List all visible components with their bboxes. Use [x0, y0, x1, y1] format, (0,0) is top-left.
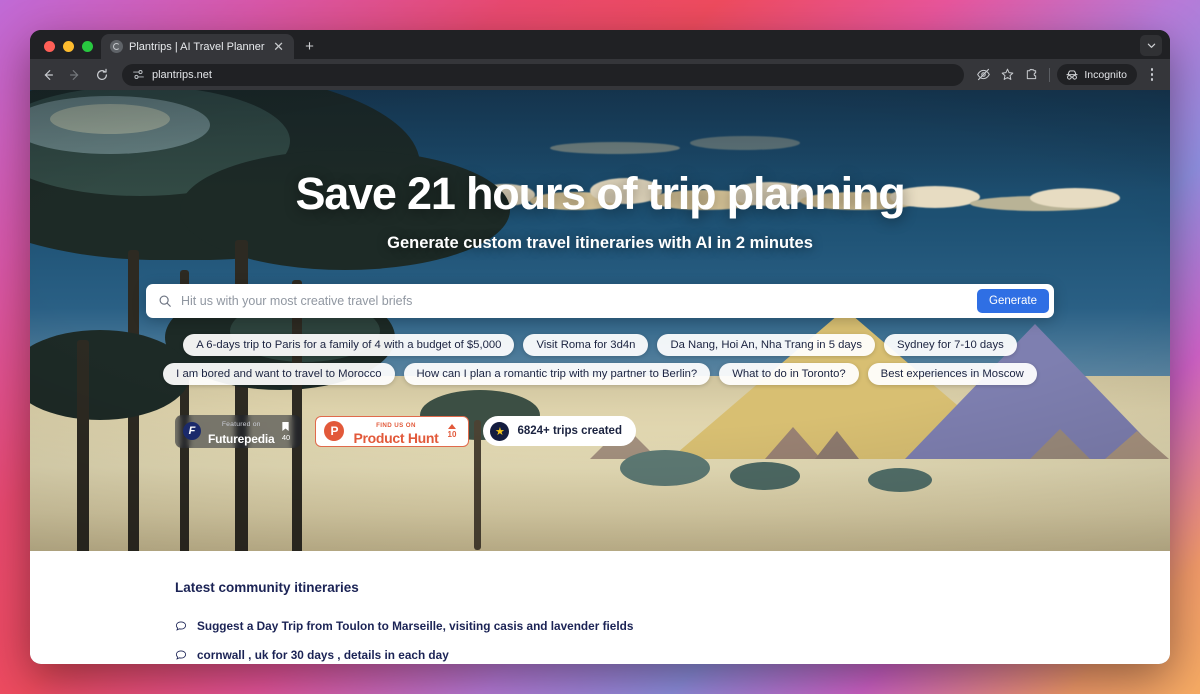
browser-tab[interactable]: Plantrips | AI Travel Planner ✕	[101, 34, 294, 59]
futurepedia-count: 40	[281, 432, 291, 442]
tab-strip: Plantrips | AI Travel Planner ✕ +	[30, 30, 1170, 59]
search-bar[interactable]: Generate	[146, 283, 1054, 318]
futurepedia-name: Futurepedia	[208, 432, 275, 447]
product-hunt-badge[interactable]: P FIND US ON Product Hunt 10	[315, 415, 470, 447]
suggestion-chip[interactable]: Sydney for 7-10 days	[883, 333, 1017, 356]
page-subheadline: Generate custom travel itineraries with …	[387, 233, 813, 252]
section-title: Latest community itineraries	[175, 580, 359, 595]
incognito-label: Incognito	[1084, 68, 1127, 81]
new-tab-button[interactable]: +	[302, 38, 318, 54]
maximize-window-button[interactable]	[82, 41, 93, 52]
forward-icon[interactable]	[63, 63, 87, 87]
address-bar[interactable]: plantrips.net	[122, 63, 965, 86]
suggestion-chip[interactable]: A 6-days trip to Paris for a family of 4…	[183, 333, 515, 356]
incognito-icon	[1066, 69, 1078, 80]
suggestion-chip[interactable]: I am bored and want to travel to Morocco	[163, 362, 395, 385]
chevron-down-icon[interactable]	[1140, 35, 1162, 56]
browser-toolbar: plantrips.net Incognito	[30, 59, 1170, 90]
tab-title: Plantrips | AI Travel Planner	[129, 40, 265, 53]
extensions-icon[interactable]	[1020, 64, 1042, 86]
star-icon[interactable]	[996, 64, 1018, 86]
suggestion-chip[interactable]: Da Nang, Hoi An, Nha Trang in 5 days	[657, 333, 875, 356]
trips-created-badge: ★ 6824+ trips created	[483, 416, 636, 447]
futurepedia-kicker: Featured on	[221, 421, 261, 429]
comment-bubble-icon	[175, 620, 188, 632]
minimize-window-button[interactable]	[63, 41, 74, 52]
product-hunt-name: Product Hunt	[353, 430, 439, 447]
suggestion-chip-list: A 6-days trip to Paris for a family of 4…	[130, 333, 1070, 385]
hero-content: Save 21 hours of trip planning Generate …	[30, 90, 1170, 448]
comment-bubble-icon	[175, 649, 188, 661]
suggestion-chip[interactable]: What to do in Toronto?	[719, 362, 859, 385]
itinerary-title: Suggest a Day Trip from Toulon to Marsei…	[197, 619, 634, 633]
browser-window: Plantrips | AI Travel Planner ✕ + plantr…	[30, 30, 1170, 664]
bookmark-icon	[282, 421, 290, 431]
itinerary-title: cornwall , uk for 30 days , details in e…	[197, 648, 449, 662]
star-icon: ★	[490, 421, 510, 441]
community-section: Latest community itineraries Suggest a D…	[30, 551, 1170, 662]
list-item[interactable]: cornwall , uk for 30 days , details in e…	[175, 648, 1170, 662]
itinerary-list: Suggest a Day Trip from Toulon to Marsei…	[175, 619, 1170, 662]
close-window-button[interactable]	[44, 41, 55, 52]
eye-off-icon[interactable]	[972, 64, 994, 86]
close-icon[interactable]: ✕	[271, 39, 287, 55]
suggestion-chip[interactable]: Visit Roma for 3d4n	[523, 333, 649, 356]
hero-section: Save 21 hours of trip planning Generate …	[30, 90, 1170, 551]
globe-icon	[110, 40, 123, 53]
reload-icon[interactable]	[90, 63, 114, 87]
tune-icon[interactable]	[132, 68, 145, 81]
url-text: plantrips.net	[152, 68, 212, 81]
page-viewport: Save 21 hours of trip planning Generate …	[30, 90, 1170, 664]
back-icon[interactable]	[36, 63, 60, 87]
browser-menu-icon[interactable]	[1142, 68, 1162, 81]
futurepedia-badge[interactable]: F Featured on Futurepedia 40	[175, 414, 302, 448]
suggestion-chip[interactable]: How can I plan a romantic trip with my p…	[403, 362, 711, 385]
incognito-indicator[interactable]: Incognito	[1057, 64, 1137, 85]
futurepedia-logo-icon: F	[183, 422, 201, 441]
list-item[interactable]: Suggest a Day Trip from Toulon to Marsei…	[175, 619, 1170, 633]
toolbar-icon-group: Incognito	[972, 64, 1162, 86]
product-hunt-kicker: FIND US ON	[376, 421, 416, 429]
badge-row: F Featured on Futurepedia 40 P FIND US O…	[175, 414, 1170, 448]
toolbar-divider	[1049, 67, 1051, 82]
generate-button[interactable]: Generate	[977, 288, 1049, 313]
page-headline: Save 21 hours of trip planning	[295, 168, 905, 219]
window-traffic-lights	[40, 41, 101, 59]
product-hunt-count: 10	[447, 429, 457, 439]
product-hunt-logo-icon: P	[324, 421, 345, 442]
search-input[interactable]	[173, 293, 978, 308]
upvote-triangle-icon	[448, 423, 456, 429]
search-icon	[158, 294, 173, 308]
suggestion-chip[interactable]: Best experiences in Moscow	[867, 362, 1037, 385]
trips-created-label: 6824+ trips created	[517, 425, 622, 438]
